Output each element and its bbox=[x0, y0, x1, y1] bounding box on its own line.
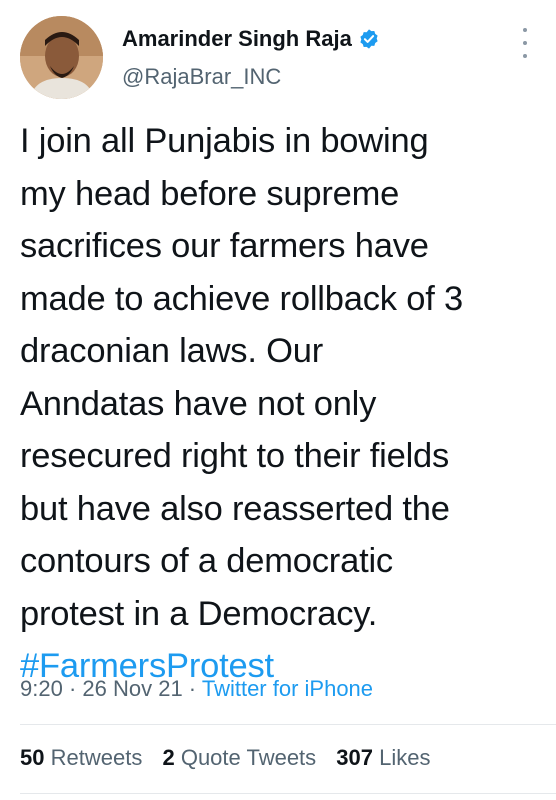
tweet-line: draconian laws. Our bbox=[20, 332, 324, 370]
meta-separator: · bbox=[62, 676, 83, 701]
quotes-label: Quote Tweets bbox=[180, 745, 317, 770]
retweets-label: Retweets bbox=[50, 745, 143, 770]
tweet-meta: 9:20 · 26 Nov 21 · Twitter for iPhone bbox=[20, 676, 373, 702]
tweet-line: Anndatas have not only bbox=[20, 384, 377, 423]
tweet-line: made to achieve rollback of 3 bbox=[20, 279, 463, 318]
tweet-date[interactable]: 26 Nov 21 bbox=[82, 676, 182, 701]
more-dot bbox=[523, 54, 527, 58]
tweet-source-link[interactable]: Twitter for iPhone bbox=[202, 676, 373, 701]
divider bbox=[20, 793, 556, 794]
tweet-line: resecured right to their fields bbox=[20, 437, 450, 475]
user-name-row[interactable]: Amarinder Singh Raja bbox=[122, 26, 380, 52]
more-dot bbox=[523, 28, 527, 32]
meta-separator: · bbox=[182, 676, 202, 701]
retweets-count: 50 bbox=[20, 745, 45, 770]
avatar[interactable] bbox=[20, 16, 103, 99]
tweet-line: contours of a democratic bbox=[20, 542, 393, 580]
quotes-count: 2 bbox=[162, 745, 175, 770]
tweet-line: sacrifices our farmers have bbox=[20, 227, 429, 265]
tweet-line: protest in a Democracy. bbox=[20, 594, 378, 633]
tweet-stats: 50 Retweets 2 Quote Tweets 307 Likes bbox=[20, 745, 445, 771]
divider bbox=[20, 724, 556, 725]
tweet-line: I join all Punjabis in bowing bbox=[20, 122, 429, 160]
retweets-stat[interactable]: 50 Retweets bbox=[20, 745, 142, 770]
likes-label: Likes bbox=[379, 745, 431, 770]
more-vertical-icon[interactable] bbox=[518, 28, 532, 58]
more-dot bbox=[523, 41, 527, 45]
user-handle[interactable]: @RajaBrar_INC bbox=[122, 64, 281, 90]
verified-badge-icon bbox=[358, 28, 380, 50]
quote-tweets-stat[interactable]: 2 Quote Tweets bbox=[162, 745, 316, 770]
user-name[interactable]: Amarinder Singh Raja bbox=[122, 26, 352, 52]
tweet-time[interactable]: 9:20 bbox=[20, 676, 63, 701]
tweet-line: but have also reasserted the bbox=[20, 489, 450, 528]
tweet-text: I join all Punjabis in bowing my head be… bbox=[20, 115, 540, 693]
likes-stat[interactable]: 307 Likes bbox=[336, 745, 430, 770]
likes-count: 307 bbox=[336, 745, 374, 770]
avatar-photo bbox=[20, 16, 103, 99]
tweet-line: my head before supreme bbox=[20, 174, 400, 213]
